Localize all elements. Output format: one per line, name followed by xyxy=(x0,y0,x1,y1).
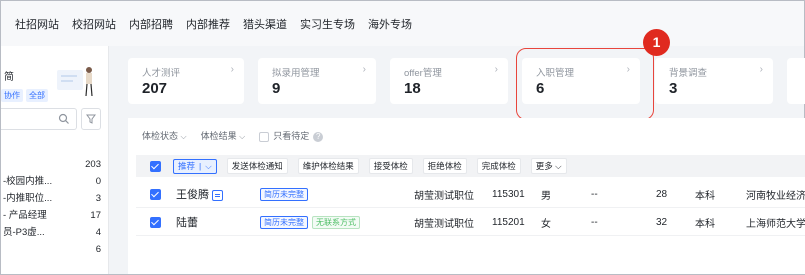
nav-campus-recruit[interactable]: 校招网站 xyxy=(72,16,116,32)
select-all-checkbox[interactable] xyxy=(150,160,161,172)
cell-position: 胡莹测试职位 xyxy=(414,218,474,230)
row-checkbox[interactable] xyxy=(150,189,161,200)
filter-button[interactable] xyxy=(81,108,101,130)
left-list-item[interactable]: 6 xyxy=(1,241,101,258)
pending-only-toggle[interactable]: 只看待定? xyxy=(259,129,324,142)
send-exam-notice-button[interactable]: 发送体检通知 xyxy=(226,158,288,174)
highlight-annotation xyxy=(516,48,654,120)
filter-exam-status[interactable]: 体检状态 ⌵ xyxy=(142,129,187,142)
status-badge: 无联系方式 xyxy=(312,215,360,229)
accept-exam-button[interactable]: 接受体检 xyxy=(368,158,413,174)
chevron-down-icon: ⌵ xyxy=(180,132,187,141)
chevron-right-icon: › xyxy=(759,64,763,75)
left-search-input[interactable] xyxy=(1,108,77,130)
chevron-down-icon: ⌵ xyxy=(239,132,246,141)
card-partial[interactable] xyxy=(787,58,805,104)
filter-bar: 体检状态 ⌵ 体检结果 ⌵ 只看待定? xyxy=(142,129,324,142)
filter-exam-result[interactable]: 体检结果 ⌵ xyxy=(201,129,246,142)
nav-overseas[interactable]: 海外专场 xyxy=(368,16,412,32)
action-bar: 推荐 | ⌵ 发送体检通知 维护体检结果 接受体检 拒绝体检 完成体检 更多 ⌵ xyxy=(136,155,805,177)
nav-social-recruit[interactable]: 社招网站 xyxy=(15,16,59,32)
candidate-name[interactable]: 陆蕾 xyxy=(176,214,198,230)
cell-age: 32 xyxy=(656,216,668,228)
table-row[interactable]: 王俊腾 简历未完整 胡莹测试职位 115301 男 -- 28 本科 河南牧业经… xyxy=(136,181,805,208)
row-tags: 简历未完整 无联系方式 xyxy=(260,215,360,229)
search-icon xyxy=(58,113,69,124)
table-row[interactable]: 陆蕾 简历未完整 无联系方式 胡莹测试职位 115201 女 -- 32 本科 … xyxy=(136,209,805,236)
reject-exam-button[interactable]: 拒绝体检 xyxy=(422,158,467,174)
left-list-item[interactable]: 203 xyxy=(1,156,101,173)
candidate-name[interactable]: 王俊腾 xyxy=(176,186,223,202)
card-background-check[interactable]: 背景调查 3 › xyxy=(655,58,773,104)
left-list-item[interactable]: - 产品经理 17 xyxy=(1,207,101,224)
checkbox[interactable] xyxy=(259,131,270,142)
nav-intern[interactable]: 实习生专场 xyxy=(300,16,355,32)
card-offer-management[interactable]: offer管理 18 › xyxy=(390,58,508,104)
status-badge: 简历未完整 xyxy=(260,215,308,229)
nav-internal-referral[interactable]: 内部推荐 xyxy=(186,16,230,32)
top-nav: 社招网站 校招网站 内部招聘 内部推荐 猎头渠道 实习生专场 海外专场 xyxy=(1,1,804,46)
left-list-item[interactable]: -内推职位... 3 xyxy=(1,190,101,207)
cell-position: 胡莹测试职位 xyxy=(414,190,474,202)
recommend-button[interactable]: 推荐 | ⌵ xyxy=(173,158,217,174)
row-tags: 简历未完整 xyxy=(260,187,308,201)
row-checkbox[interactable] xyxy=(150,217,161,228)
left-list-item[interactable]: 员-P3虚... 4 xyxy=(1,224,101,241)
step-badge: 1 xyxy=(643,29,670,56)
cell-education: 本科 xyxy=(695,190,715,202)
main-panel: 体检状态 ⌵ 体检结果 ⌵ 只看待定? 推荐 | ⌵ 发送体检通知 维护体检结果 接… xyxy=(128,118,805,274)
card-offer-intent[interactable]: 拟录用管理 9 › xyxy=(258,58,376,104)
cell-gender: 男 xyxy=(541,190,551,202)
maintain-exam-result-button[interactable]: 维护体检结果 xyxy=(297,158,359,174)
tag-all[interactable]: 全部 xyxy=(26,89,48,102)
cell-school: 上海师范大学天 xyxy=(746,218,805,230)
tag-collab[interactable]: 协作 xyxy=(1,89,23,102)
left-list-item[interactable]: -校园内推... 0 xyxy=(1,173,101,190)
card-talent-assessment[interactable]: 人才测评 207 › xyxy=(128,58,244,104)
cell-gender: 女 xyxy=(541,218,551,230)
resume-icon xyxy=(212,189,223,201)
cell-age: 28 xyxy=(656,188,668,200)
chevron-right-icon: › xyxy=(494,64,498,75)
more-button[interactable]: 更多 ⌵ xyxy=(530,158,567,174)
status-badge: 简历未完整 xyxy=(260,187,308,201)
left-panel-title: 简 xyxy=(4,72,14,83)
chevron-down-icon: ⌵ xyxy=(555,161,562,171)
help-icon[interactable]: ? xyxy=(313,132,324,142)
cell-id: 115201 xyxy=(492,216,525,228)
nav-internal-recruit[interactable]: 内部招聘 xyxy=(129,16,173,32)
left-panel-tags: 协作 全部 xyxy=(1,89,48,102)
left-list: 203 -校园内推... 0 -内推职位... 3 - 产品经理 17 员-P3虚..… xyxy=(1,156,101,258)
chevron-down-icon: ⌵ xyxy=(205,160,212,171)
cell-dash: -- xyxy=(591,216,598,228)
chevron-right-icon: › xyxy=(362,64,366,75)
cell-id: 115301 xyxy=(492,188,525,200)
left-panel: 简 协作 全部 203 -校园内推... 0 -内推职位... 3 - 产品经理 17… xyxy=(1,46,109,274)
cell-school: 河南牧业经济学 xyxy=(746,190,805,202)
cell-dash: -- xyxy=(591,188,598,200)
nav-headhunter[interactable]: 猎头渠道 xyxy=(243,16,287,32)
chevron-right-icon: › xyxy=(230,64,234,75)
complete-exam-button[interactable]: 完成体检 xyxy=(476,158,521,174)
filter-icon xyxy=(86,114,96,124)
cell-education: 本科 xyxy=(695,218,715,230)
illustration-icon xyxy=(57,67,93,97)
